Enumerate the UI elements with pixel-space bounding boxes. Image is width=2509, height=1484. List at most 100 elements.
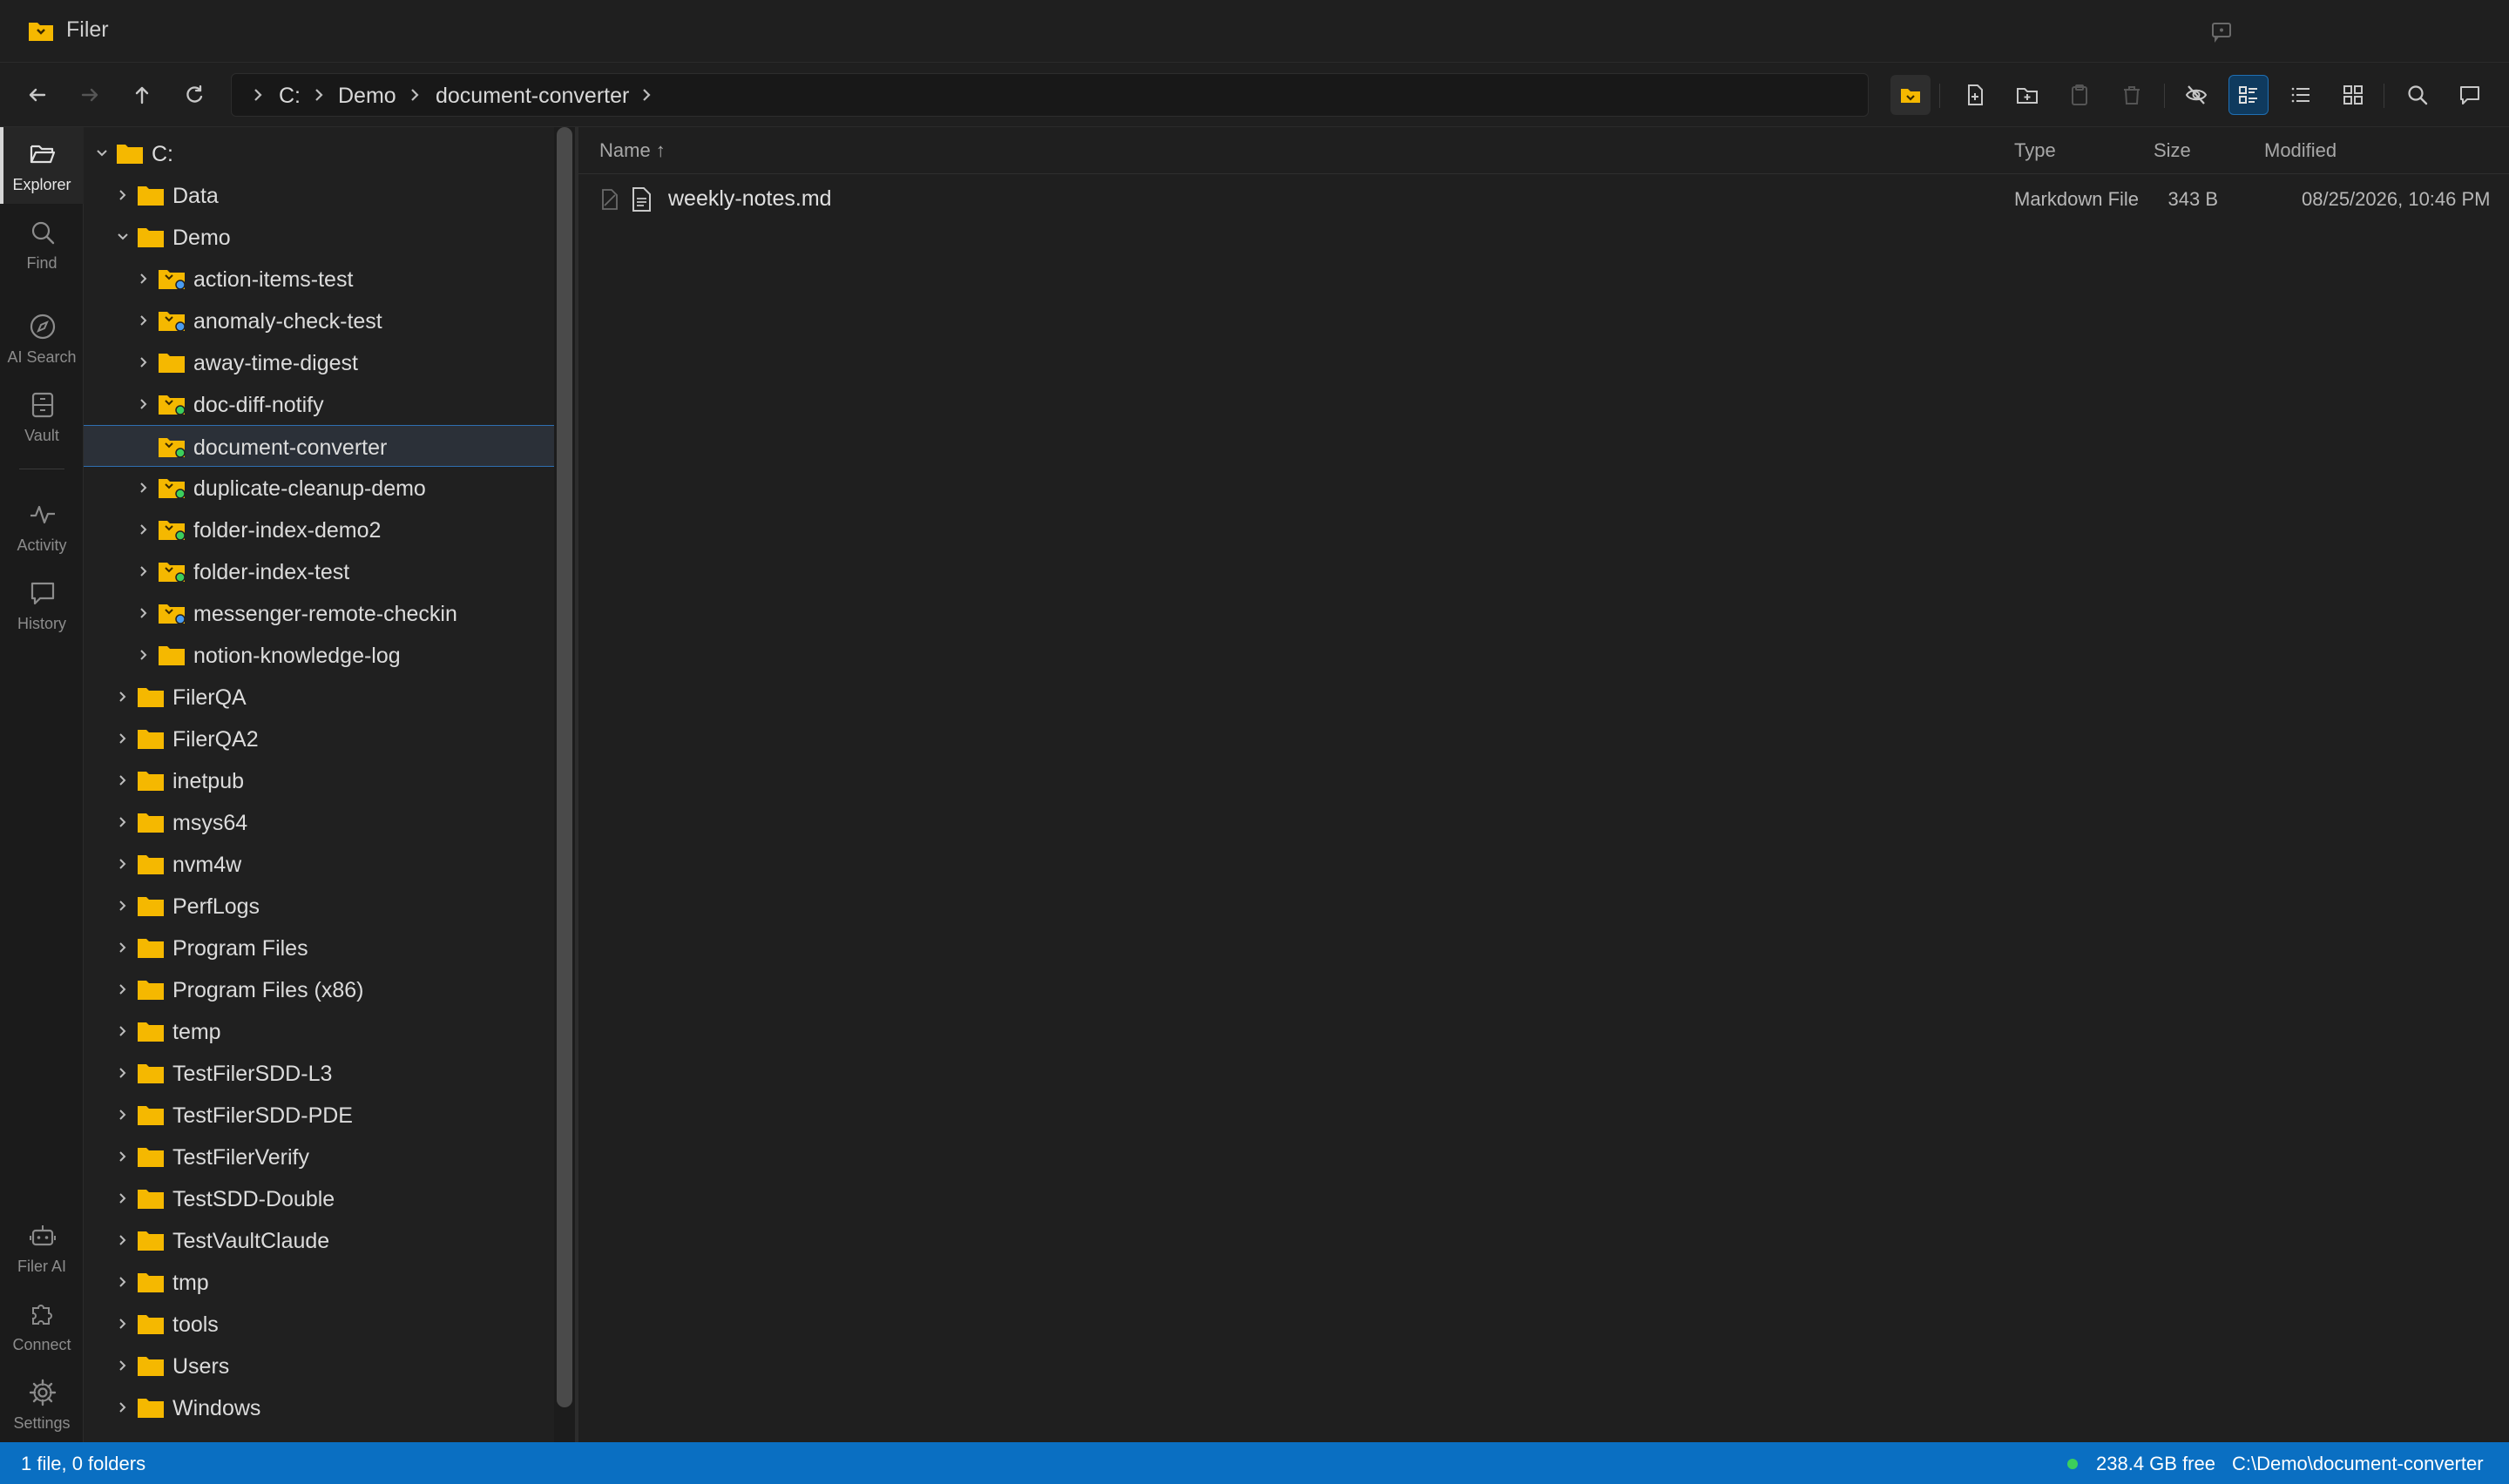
chevron-right-icon[interactable] <box>115 940 131 955</box>
activity-label: AI Search <box>7 348 77 366</box>
chevron-right-icon[interactable] <box>115 1274 131 1290</box>
paste-button[interactable] <box>2059 75 2100 115</box>
tree-item[interactable]: Users <box>84 1345 554 1386</box>
chevron-right-icon[interactable] <box>115 981 131 997</box>
breadcrumb-item[interactable]: C: <box>279 84 301 109</box>
tree-item[interactable]: messenger-remote-checkin <box>84 592 554 634</box>
file-row[interactable]: weekly-notes.md Markdown File 343 B 08/2… <box>578 174 2509 225</box>
chevron-right-icon[interactable] <box>115 814 131 830</box>
tree-item[interactable]: anomaly-check-test <box>84 300 554 341</box>
chevron-right-icon[interactable] <box>115 1149 131 1164</box>
tree-item[interactable]: PerfLogs <box>84 885 554 927</box>
activity-find[interactable]: Find <box>0 206 84 282</box>
chevron-right-icon[interactable] <box>136 354 152 370</box>
activity-vault[interactable]: Vault <box>0 378 84 455</box>
tree-item[interactable]: Demo <box>84 216 554 258</box>
refresh-button[interactable] <box>174 75 214 115</box>
tree-item[interactable]: TestVaultClaude <box>84 1219 554 1261</box>
tree-item[interactable]: temp <box>84 1010 554 1052</box>
chevron-down-icon[interactable] <box>94 145 110 161</box>
folder-icon <box>159 604 186 624</box>
chat-button[interactable] <box>2450 75 2490 115</box>
tree-item[interactable]: nvm4w <box>84 843 554 885</box>
chevron-right-icon[interactable] <box>115 1107 131 1123</box>
chevron-right-icon[interactable] <box>115 1358 131 1373</box>
column-header-type[interactable]: Type <box>2014 139 2056 162</box>
chevron-right-icon[interactable] <box>136 563 152 579</box>
tree-item[interactable]: Program Files (x86) <box>84 968 554 1010</box>
activity-explorer[interactable]: Explorer <box>0 127 84 204</box>
chevron-right-icon[interactable] <box>115 187 131 203</box>
tree-item[interactable]: Data <box>84 174 554 216</box>
chevron-right-icon[interactable] <box>115 1191 131 1206</box>
activity-connect[interactable]: Connect <box>0 1287 84 1364</box>
column-header-modified[interactable]: Modified <box>2264 139 2337 162</box>
breadcrumb-item[interactable]: document-converter <box>436 84 629 109</box>
grid-view-button[interactable] <box>2333 75 2373 115</box>
chevron-right-icon[interactable] <box>136 396 152 412</box>
tree-item[interactable]: folder-index-demo2 <box>84 509 554 550</box>
tree-item[interactable]: TestFilerSDD-PDE <box>84 1094 554 1136</box>
chevron-right-icon[interactable] <box>136 271 152 287</box>
column-header-name[interactable]: Name ↑ <box>599 139 666 162</box>
chevron-right-icon[interactable] <box>115 689 131 705</box>
chevron-right-icon[interactable] <box>115 1232 131 1248</box>
chevron-right-icon[interactable] <box>136 605 152 621</box>
chevron-right-icon[interactable] <box>115 772 131 788</box>
tree-item[interactable]: inetpub <box>84 759 554 801</box>
activity-filer-ai[interactable]: Filer AI <box>0 1209 84 1285</box>
tree-item[interactable]: document-converter <box>84 425 554 467</box>
activity-activity[interactable]: Activity <box>0 488 84 564</box>
column-header-size[interactable]: Size <box>2154 139 2191 162</box>
activity-ai-search[interactable]: AI Search <box>0 300 84 376</box>
chevron-right-icon[interactable] <box>115 731 131 746</box>
tree-item[interactable]: doc-diff-notify <box>84 383 554 425</box>
toggle-hidden-button[interactable] <box>2176 75 2216 115</box>
tree-item[interactable]: tools <box>84 1303 554 1345</box>
breadcrumb-item[interactable]: Demo <box>338 84 396 109</box>
tree-item[interactable]: FilerQA <box>84 676 554 718</box>
chevron-right-icon[interactable] <box>115 1316 131 1332</box>
search-button[interactable] <box>2397 75 2438 115</box>
tree-item[interactable]: C: <box>84 132 554 174</box>
chevron-right-icon[interactable] <box>115 1065 131 1081</box>
tree-item[interactable]: notion-knowledge-log <box>84 634 554 676</box>
delete-button[interactable] <box>2112 75 2152 115</box>
tree-item[interactable]: Windows <box>84 1386 554 1428</box>
chevron-right-icon[interactable] <box>136 480 152 496</box>
forward-button[interactable] <box>70 75 110 115</box>
address-bar[interactable]: C: Demo document-converter <box>231 73 1869 117</box>
new-file-button[interactable] <box>1955 75 1995 115</box>
open-folder-button[interactable] <box>1890 75 1931 115</box>
status-free-space: 238.4 GB free <box>2096 1453 2215 1474</box>
new-folder-button[interactable] <box>2007 75 2047 115</box>
tree-item[interactable]: TestFilerSDD-L3 <box>84 1052 554 1094</box>
chevron-right-icon[interactable] <box>115 898 131 914</box>
tree-item[interactable]: Program Files <box>84 927 554 968</box>
tree-item[interactable]: TestSDD-Double <box>84 1177 554 1219</box>
chevron-right-icon[interactable] <box>136 647 152 663</box>
list-view-button[interactable] <box>2281 75 2321 115</box>
tree-item[interactable]: tmp <box>84 1261 554 1303</box>
details-view-button[interactable] <box>2228 75 2269 115</box>
chevron-right-icon[interactable] <box>136 522 152 537</box>
tree-item[interactable]: duplicate-cleanup-demo <box>84 467 554 509</box>
feedback-icon[interactable] <box>2209 19 2234 44</box>
up-button[interactable] <box>122 75 162 115</box>
tree-item[interactable]: action-items-test <box>84 258 554 300</box>
tree-item[interactable]: folder-index-test <box>84 550 554 592</box>
tree-item[interactable]: msys64 <box>84 801 554 843</box>
activity-settings[interactable]: Settings <box>0 1366 84 1442</box>
chevron-down-icon[interactable] <box>115 229 131 245</box>
tree-item[interactable]: away-time-digest <box>84 341 554 383</box>
back-button[interactable] <box>17 75 57 115</box>
chevron-right-icon[interactable] <box>115 1400 131 1415</box>
chevron-right-icon[interactable] <box>115 856 131 872</box>
tree-item[interactable]: FilerQA2 <box>84 718 554 759</box>
chevron-right-icon[interactable] <box>136 313 152 328</box>
status-path[interactable]: C:\Demo\document-converter <box>2232 1453 2484 1475</box>
activity-history[interactable]: History <box>0 566 84 643</box>
tree-scrollbar-thumb[interactable] <box>557 127 572 1407</box>
tree-item[interactable]: TestFilerVerify <box>84 1136 554 1177</box>
chevron-right-icon[interactable] <box>115 1023 131 1039</box>
